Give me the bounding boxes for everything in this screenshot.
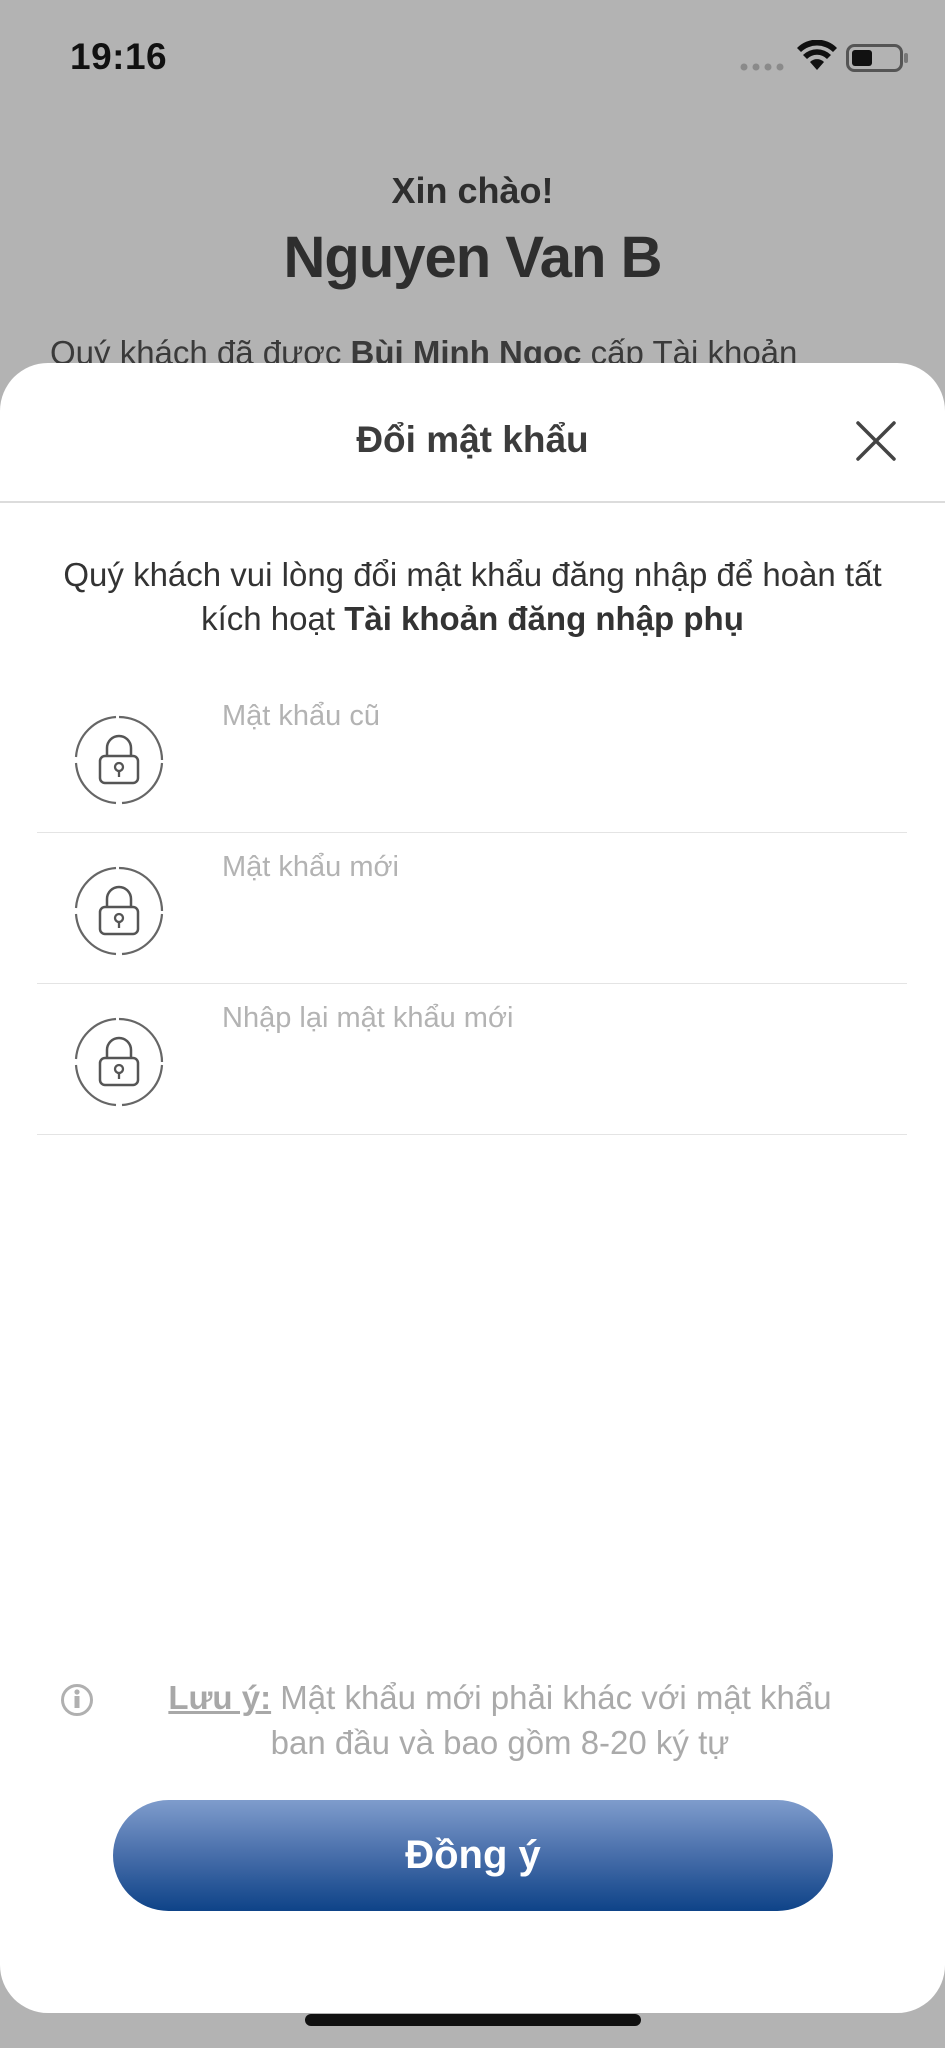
lock-icon [74,1017,164,1107]
battery-icon [846,44,908,72]
password-note: Lưu ý: Mật khẩu mới phải khác với mật kh… [0,1675,945,1775]
note-label: Lưu ý: [168,1679,272,1716]
lock-icon [74,866,164,956]
close-icon[interactable] [848,413,904,469]
instruction-text: Quý khách vui lòng đổi mật khẩu đăng nhậ… [63,556,882,637]
wifi-icon [797,40,837,70]
status-time: 19:16 [70,36,168,77]
lock-icon [74,715,164,805]
signal-dots-icon [740,63,784,71]
status-bar: 19:16 [0,0,945,115]
confirm-password-row [37,983,907,1135]
agree-button[interactable]: Đồng ý [113,1800,833,1911]
new-password-row [37,832,907,984]
change-password-sheet: Đổi mật khẩu Quý khách vui lòng đổi mật … [0,363,945,2013]
sheet-title: Đổi mật khẩu [356,419,589,460]
note-text: Lưu ý: Mật khẩu mới phải khác với mật kh… [168,1679,832,1761]
confirm-password-input[interactable] [222,993,882,1043]
greeting-text: Xin chào! [391,170,554,211]
new-password-input[interactable] [222,842,882,892]
greeting-section: Xin chào! Nguyen Van B [0,170,945,291]
old-password-input[interactable] [222,691,882,741]
info-icon [61,1684,93,1716]
sheet-header: Đổi mật khẩu [0,363,945,503]
instruction-bold: Tài khoản đăng nhập phụ [344,600,744,637]
user-name: Nguyen Van B [283,225,663,290]
old-password-row [37,681,907,833]
home-indicator [305,2014,641,2026]
